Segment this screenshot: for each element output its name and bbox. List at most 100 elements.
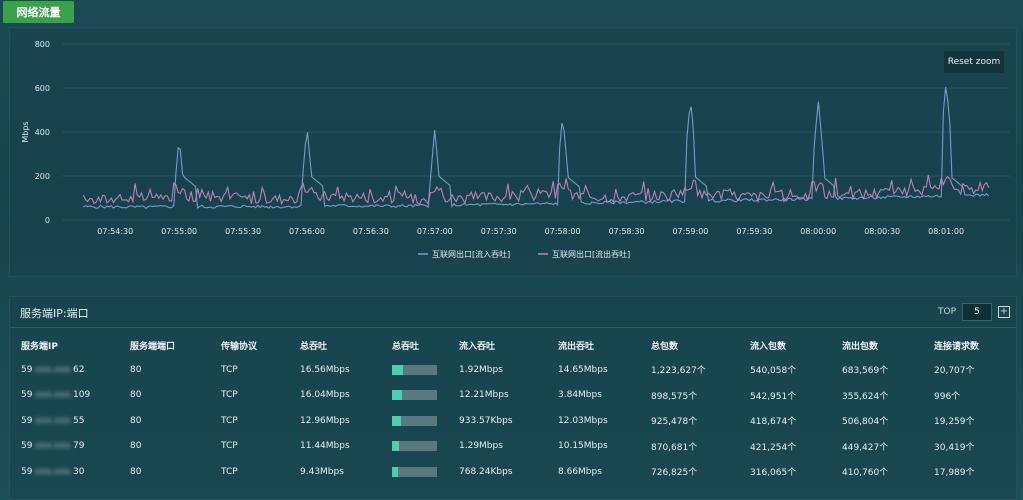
throughput-bar-cell	[381, 459, 448, 485]
y-tick-label: 800	[35, 40, 50, 49]
outbound-packets-cell: 355,624个	[842, 391, 889, 402]
col-total-throughput-bar[interactable]: 总吞吐	[381, 333, 448, 357]
table-row[interactable]: 59.xxx.xxx.109 80 TCP 16.04Mbps 12.21Mbps 3.8…	[10, 383, 1018, 409]
col-protocol[interactable]: 传输协议	[210, 333, 289, 357]
throughput-bar-fill	[392, 466, 398, 477]
server-ip-port-panel: 服务端IP:端口 TOP 5 + 服务端IP 服务端端口 传输协议 总吞吐 总吞…	[9, 296, 1017, 500]
outbound-throughput-cell: 8.66Mbps	[558, 466, 602, 477]
server-port-cell: 80	[130, 364, 142, 375]
server-port-cell: 80	[130, 390, 142, 401]
total-throughput-cell: 16.56Mbps	[300, 364, 350, 375]
throughput-bar-cell	[381, 357, 448, 383]
throughput-bar	[392, 441, 437, 452]
protocol-cell: TCP	[221, 364, 238, 375]
legend-label-1: 互联网出口[流出吞吐]	[552, 249, 630, 259]
reset-zoom-button[interactable]: Reset zoom	[944, 51, 1004, 73]
inbound-throughput-cell: 12.21Mbps	[459, 390, 509, 401]
x-tick-label: 07:57:00	[417, 227, 453, 236]
server-ip-cell: 59.xxx.xxx.109	[21, 390, 91, 401]
throughput-bar	[392, 466, 437, 477]
total-packets-cell: 726,825个	[651, 468, 698, 479]
top-n-input[interactable]: 5	[962, 303, 992, 321]
divider	[10, 327, 1016, 328]
col-outbound-throughput[interactable]: 流出吞吐	[547, 333, 640, 357]
x-tick-label: 07:54:30	[97, 227, 133, 236]
throughput-bar-fill	[392, 364, 404, 375]
outbound-throughput-cell: 14.65Mbps	[558, 364, 608, 375]
table-row[interactable]: 59.xxx.xxx.79 80 TCP 11.44Mbps 1.29Mbps 10.15…	[10, 434, 1018, 460]
throughput-bar-cell	[381, 434, 448, 460]
total-throughput-cell: 12.96Mbps	[300, 415, 350, 426]
table-row[interactable]: 59.xxx.xxx.62 80 TCP 16.56Mbps 1.92Mbps 14.65…	[10, 357, 1018, 383]
inbound-packets-cell: 542,951个	[750, 391, 797, 402]
table-header-row: 服务端IP 服务端端口 传输协议 总吞吐 总吞吐 流入吞吐 流出吞吐 总包数 流…	[10, 333, 1018, 357]
masked-ip: .xxx.xxx.	[32, 390, 73, 401]
top-label: TOP	[937, 307, 956, 317]
col-total-packets[interactable]: 总包数	[640, 333, 739, 357]
top-n-control: TOP 5 +	[938, 303, 1010, 321]
traffic-line-chart: 0 200 400 600 800 Mbps 07:54:30 07:55:00 07:55:3…	[21, 40, 1010, 259]
x-tick-label: 07:59:00	[672, 227, 708, 236]
expand-plus-button[interactable]: +	[998, 306, 1010, 318]
traffic-chart-panel: 0 200 400 600 800 Mbps 07:54:30 07:55:00 07:55:3…	[9, 27, 1017, 277]
col-inbound-throughput[interactable]: 流入吞吐	[448, 333, 547, 357]
server-ip-cell: 59.xxx.xxx.30	[21, 466, 85, 477]
connections-cell: 30,419个	[934, 442, 975, 453]
y-tick-label: 400	[35, 128, 50, 137]
x-tick-label: 07:57:30	[481, 227, 517, 236]
series-line-1	[82, 174, 990, 206]
throughput-bar-fill	[392, 415, 401, 426]
server-port-cell: 80	[130, 415, 142, 426]
inbound-packets-cell: 418,674个	[750, 417, 797, 428]
x-tick-label: 08:00:00	[800, 227, 836, 236]
protocol-cell: TCP	[221, 441, 238, 452]
col-outbound-packets[interactable]: 流出包数	[831, 333, 923, 357]
x-tick-label: 07:58:30	[609, 227, 645, 236]
tab-network-traffic[interactable]: 网络流量	[3, 1, 74, 23]
col-total-throughput[interactable]: 总吞吐	[289, 333, 381, 357]
x-tick-label: 07:58:00	[545, 227, 581, 236]
x-tick-label: 07:56:30	[353, 227, 389, 236]
total-packets-cell: 870,681个	[651, 442, 698, 453]
x-tick-label: 08:01:00	[928, 227, 964, 236]
outbound-throughput-cell: 12.03Mbps	[558, 415, 608, 426]
throughput-bar	[392, 415, 437, 426]
col-server-ip[interactable]: 服务端IP	[10, 333, 119, 357]
table-row[interactable]: 59.xxx.xxx.30 80 TCP 9.43Mbps 768.24Kbps 8.66…	[10, 459, 1018, 485]
protocol-cell: TCP	[221, 415, 238, 426]
x-tick-label: 07:55:00	[161, 227, 197, 236]
inbound-throughput-cell: 1.29Mbps	[459, 441, 503, 452]
total-throughput-cell: 11.44Mbps	[300, 441, 350, 452]
x-tick-label: 08:00:30	[864, 227, 900, 236]
throughput-bar-cell	[381, 383, 448, 409]
outbound-packets-cell: 506,804个	[842, 417, 889, 428]
protocol-cell: TCP	[221, 466, 238, 477]
masked-ip: .xxx.xxx.	[32, 466, 73, 477]
total-packets-cell: 925,478个	[651, 417, 698, 428]
throughput-bar	[392, 390, 437, 401]
connections-cell: 17,989个	[934, 468, 975, 479]
server-port-cell: 80	[130, 466, 142, 477]
outbound-packets-cell: 410,760个	[842, 468, 889, 479]
x-tick-label: 07:55:30	[225, 227, 261, 236]
throughput-bar-cell	[381, 408, 448, 434]
total-packets-cell: 898,575个	[651, 391, 698, 402]
col-connections[interactable]: 连接请求数	[923, 333, 1018, 357]
inbound-throughput-cell: 768.24Kbps	[459, 466, 513, 477]
connections-cell: 996个	[934, 391, 961, 402]
total-packets-cell: 1,223,627个	[651, 366, 706, 377]
x-tick-label: 07:59:30	[736, 227, 772, 236]
server-ip-cell: 59.xxx.xxx.55	[21, 415, 85, 426]
inbound-packets-cell: 540,058个	[750, 366, 797, 377]
throughput-bar	[392, 364, 437, 375]
y-tick-label: 200	[35, 172, 50, 181]
inbound-packets-cell: 421,254个	[750, 442, 797, 453]
col-server-port[interactable]: 服务端端口	[119, 333, 210, 357]
throughput-bar-fill	[392, 441, 400, 452]
panel-title: 服务端IP:端口	[20, 307, 89, 320]
server-table: 服务端IP 服务端端口 传输协议 总吞吐 总吞吐 流入吞吐 流出吞吐 总包数 流…	[10, 333, 1018, 485]
table-row[interactable]: 59.xxx.xxx.55 80 TCP 12.96Mbps 933.57Kbps 12.…	[10, 408, 1018, 434]
y-axis-label: Mbps	[21, 121, 30, 142]
col-inbound-packets[interactable]: 流入包数	[739, 333, 831, 357]
server-port-cell: 80	[130, 441, 142, 452]
